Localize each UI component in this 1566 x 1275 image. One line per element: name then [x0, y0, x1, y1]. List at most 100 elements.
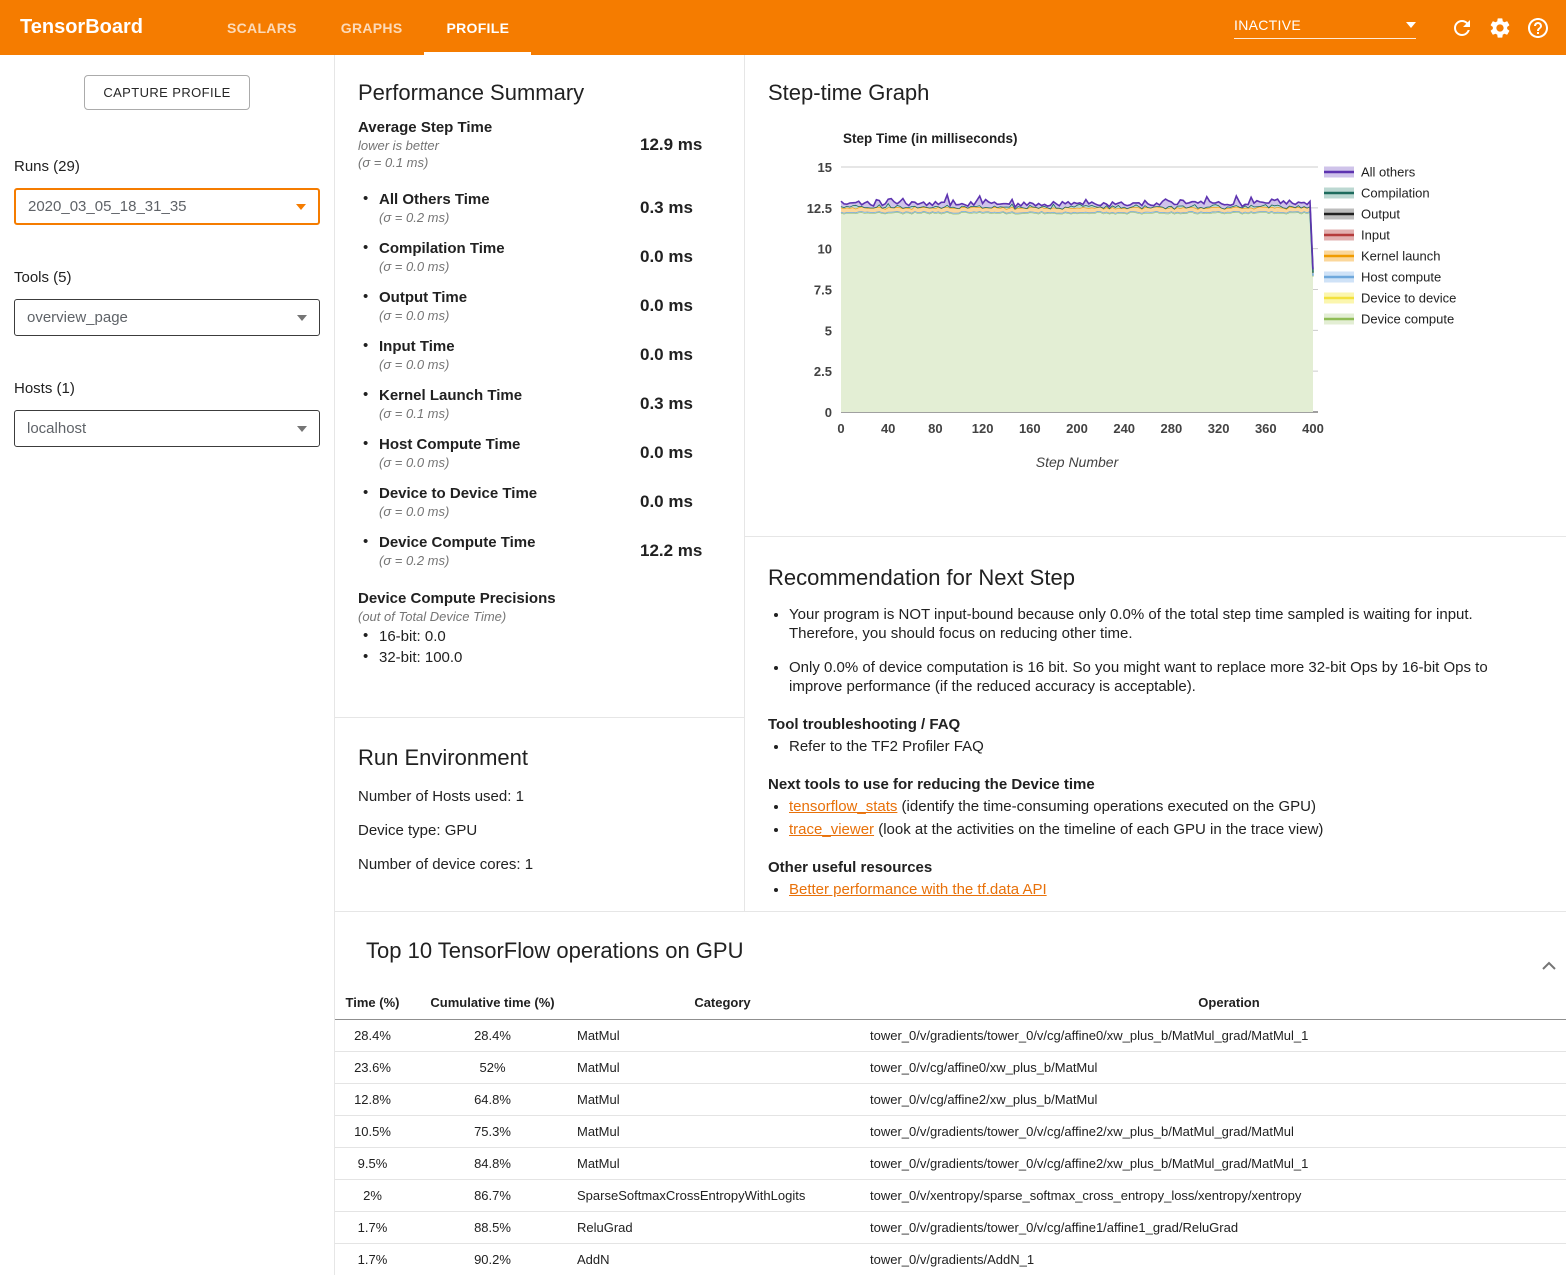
tab-scalars[interactable]: SCALARS [205, 0, 319, 55]
y-tick-label: 10 [818, 242, 832, 257]
bullet: • [363, 533, 368, 550]
step-time-chart: 02.557.51012.515040801201602002402803203… [768, 106, 1566, 489]
metric-row: •Host Compute Time(σ = 0.0 ms)0.0 ms [358, 436, 720, 470]
operation-cell: tower_0/v/gradients/tower_0/v/cg/affine0… [870, 1020, 1566, 1052]
operation-cell: tower_0/v/cg/affine0/xw_plus_b/MatMul [870, 1052, 1566, 1084]
tools-dropdown[interactable]: overview_page [14, 299, 320, 336]
hosts-dropdown[interactable]: localhost [14, 410, 320, 447]
x-tick-label: 400 [1302, 421, 1324, 436]
x-axis-label: Step Number [1036, 454, 1120, 470]
top-ops-title: Top 10 TensorFlow operations on GPU [366, 938, 1566, 964]
metric-value: 0.0 ms [640, 296, 693, 316]
metric-value: 0.0 ms [640, 345, 693, 365]
category-cell: ReluGrad [575, 1212, 870, 1244]
device-compute-area [841, 212, 1313, 412]
metric-row: •Input Time(σ = 0.0 ms)0.0 ms [358, 338, 720, 372]
cumulative-cell: 90.2% [410, 1244, 575, 1275]
capture-profile-button[interactable]: CAPTURE PROFILE [84, 75, 249, 110]
top-ops-section: Top 10 TensorFlow operations on GPU Time… [335, 912, 1566, 1275]
table-row: 1.7%90.2%AddNtower_0/v/gradients/AddN_1 [335, 1244, 1566, 1275]
runs-dropdown[interactable]: 2020_03_05_18_31_35 [14, 188, 320, 225]
table-row: 10.5%75.3%MatMultower_0/v/gradients/towe… [335, 1116, 1566, 1148]
chevron-up-icon[interactable] [1542, 957, 1556, 975]
tensorboard-profile-page: TensorBoard SCALARSGRAPHSPROFILE INACTIV… [0, 0, 1566, 1275]
cumulative-cell: 88.5% [410, 1212, 575, 1244]
recommendation-items: Better performance with the tf.data API [768, 880, 1543, 899]
operation-cell: tower_0/v/xentropy/sparse_softmax_cross_… [870, 1180, 1566, 1212]
link[interactable]: Better performance with the tf.data API [789, 881, 1047, 898]
table-body: 28.4%28.4%MatMultower_0/v/gradients/towe… [335, 1020, 1566, 1275]
category-cell: MatMul [575, 1052, 870, 1084]
metric-value: 0.0 ms [640, 492, 693, 512]
metric-row: •All Others Time(σ = 0.2 ms)0.3 ms [358, 191, 720, 225]
tab-profile[interactable]: PROFILE [424, 0, 531, 55]
metric-value: 12.2 ms [640, 541, 702, 561]
navbar: TensorBoard SCALARSGRAPHSPROFILE INACTIV… [0, 0, 1566, 55]
recommendation-items: tensorflow_stats (identify the time-cons… [768, 797, 1543, 839]
tab-graphs[interactable]: GRAPHS [319, 0, 425, 55]
sidebar: CAPTURE PROFILE Runs (29) 2020_03_05_18_… [0, 55, 335, 1275]
reload-icon[interactable] [1450, 16, 1474, 40]
precisions-list: •16-bit: 0.0•32-bit: 100.0 [358, 628, 720, 666]
chevron-down-icon [296, 204, 306, 210]
time-cell: 1.7% [335, 1212, 410, 1244]
status-dropdown[interactable]: INACTIVE [1234, 17, 1416, 39]
x-tick-label: 0 [837, 421, 844, 436]
time-cell: 12.8% [335, 1084, 410, 1116]
time-cell: 28.4% [335, 1020, 410, 1052]
runs-label: Runs (29) [14, 158, 320, 175]
y-tick-label: 15 [818, 160, 832, 175]
navbar-right: INACTIVE [1234, 0, 1566, 55]
recommendation-title: Recommendation for Next Step [768, 565, 1543, 591]
precisions-subtitle: (out of Total Device Time) [358, 609, 720, 624]
hosts-label: Hosts (1) [14, 380, 320, 397]
run-environment-title: Run Environment [358, 745, 720, 771]
recommendation-bullet: Your program is NOT input-bound because … [789, 605, 1543, 643]
column-header: Time (%) [335, 987, 410, 1020]
tools-value: overview_page [27, 309, 128, 326]
chart-title: Step Time (in milliseconds) [843, 131, 1018, 146]
legend-label: Device compute [1361, 312, 1454, 327]
bullet: • [363, 484, 368, 501]
app-title: TensorBoard [20, 0, 143, 55]
metric-value: 0.3 ms [640, 394, 693, 414]
y-tick-label: 12.5 [807, 201, 832, 216]
operation-cell: tower_0/v/gradients/tower_0/v/cg/affine2… [870, 1116, 1566, 1148]
y-tick-label: 2.5 [814, 364, 832, 379]
left-column: Performance Summary Average Step Timelow… [335, 55, 745, 911]
operation-cell: tower_0/v/gradients/tower_0/v/cg/affine1… [870, 1212, 1566, 1244]
legend-label: Input [1361, 228, 1390, 243]
recommendation-subheading: Other useful resources [768, 859, 1543, 876]
performance-summary-section: Performance Summary Average Step Timelow… [335, 55, 744, 717]
recommendation-item: Refer to the TF2 Profiler FAQ [789, 737, 1543, 756]
time-cell: 9.5% [335, 1148, 410, 1180]
y-tick-label: 0 [825, 405, 832, 420]
run-environment-section: Run Environment Number of Hosts used: 1D… [335, 717, 744, 911]
right-column: Step-time Graph 02.557.51012.51504080120… [745, 55, 1566, 911]
table-row: 1.7%88.5%ReluGradtower_0/v/gradients/tow… [335, 1212, 1566, 1244]
metric-row: •Output Time(σ = 0.0 ms)0.0 ms [358, 289, 720, 323]
metric-row: •Compilation Time(σ = 0.0 ms)0.0 ms [358, 240, 720, 274]
x-tick-label: 360 [1255, 421, 1277, 436]
x-tick-label: 240 [1113, 421, 1135, 436]
bullet: • [363, 386, 368, 403]
column-header: Category [575, 987, 870, 1020]
settings-icon[interactable] [1488, 16, 1512, 40]
metric-row: •Device Compute Time(σ = 0.2 ms)12.2 ms [358, 534, 720, 568]
table-row: 28.4%28.4%MatMultower_0/v/gradients/towe… [335, 1020, 1566, 1052]
table-row: 12.8%64.8%MatMultower_0/v/cg/affine2/xw_… [335, 1084, 1566, 1116]
legend-label: Host compute [1361, 270, 1441, 285]
cumulative-cell: 64.8% [410, 1084, 575, 1116]
cumulative-cell: 75.3% [410, 1116, 575, 1148]
metric-value: 0.0 ms [640, 443, 693, 463]
link[interactable]: trace_viewer [789, 821, 874, 838]
x-tick-label: 200 [1066, 421, 1088, 436]
status-label: INACTIVE [1234, 17, 1301, 33]
legend-label: Kernel launch [1361, 249, 1441, 264]
metric-value: 0.0 ms [640, 247, 693, 267]
bullet: • [363, 239, 368, 256]
metric-row: •Device to Device Time(σ = 0.0 ms)0.0 ms [358, 485, 720, 519]
help-icon[interactable] [1526, 16, 1550, 40]
run-environment-lines: Number of Hosts used: 1Device type: GPUN… [358, 788, 720, 873]
link[interactable]: tensorflow_stats [789, 798, 897, 815]
